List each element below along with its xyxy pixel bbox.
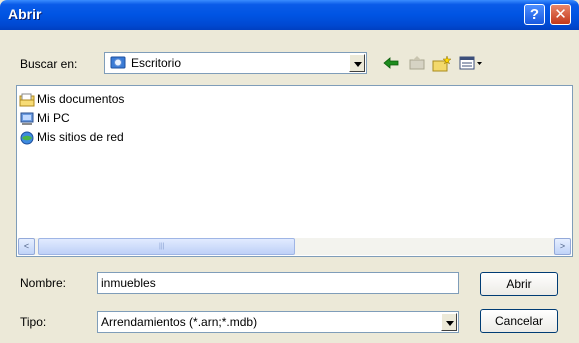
title-bar[interactable]: Abrir ? ✕ xyxy=(0,0,579,30)
back-arrow-icon[interactable] xyxy=(382,55,400,71)
open-button[interactable]: Abrir xyxy=(480,272,558,296)
filetype-combo[interactable]: Arrendamientos (*.arn;*.mdb) xyxy=(97,311,459,333)
new-folder-icon[interactable] xyxy=(432,55,452,73)
desktop-icon xyxy=(110,56,126,69)
up-folder-icon[interactable] xyxy=(408,55,426,71)
look-in-value: Escritorio xyxy=(131,56,182,70)
open-dialog: Abrir ? ✕ Buscar en: Escritorio Mis docu… xyxy=(0,0,579,343)
computer-icon xyxy=(20,112,34,125)
filetype-dropdown-arrow[interactable] xyxy=(441,313,457,331)
filename-value: inmuebles xyxy=(101,276,156,290)
list-item-label: Mis sitios de red xyxy=(37,130,124,144)
view-menu-icon[interactable] xyxy=(459,55,485,71)
list-item[interactable]: Mis sitios de red xyxy=(19,129,124,145)
filetype-value: Arrendamientos (*.arn;*.mdb) xyxy=(101,315,258,329)
scroll-right-button[interactable]: > xyxy=(554,238,571,255)
cancel-button[interactable]: Cancelar xyxy=(480,309,558,333)
list-item[interactable]: Mis documentos xyxy=(19,91,124,107)
filename-label: Nombre: xyxy=(20,276,67,290)
look-in-combo[interactable]: Escritorio xyxy=(104,52,367,74)
look-in-label: Buscar en: xyxy=(20,57,78,71)
horizontal-scrollbar[interactable]: < ||| > xyxy=(18,238,571,255)
file-list[interactable]: Mis documentos Mi PC Mis sitios de red <… xyxy=(16,85,573,257)
scroll-thumb-grip: ||| xyxy=(159,243,165,250)
list-item-label: Mi PC xyxy=(37,111,70,125)
look-in-dropdown-arrow[interactable] xyxy=(349,54,365,72)
list-item[interactable]: Mi PC xyxy=(19,110,70,126)
list-item-label: Mis documentos xyxy=(37,92,125,106)
help-button[interactable]: ? xyxy=(524,4,545,25)
folder-documents-icon xyxy=(19,93,35,107)
scroll-thumb[interactable]: ||| xyxy=(38,238,295,255)
filetype-label: Tipo: xyxy=(20,315,47,329)
filename-input[interactable]: inmuebles xyxy=(97,272,459,294)
network-places-icon xyxy=(20,131,34,145)
close-button[interactable]: ✕ xyxy=(550,4,571,25)
dialog-title: Abrir xyxy=(8,6,42,22)
scroll-left-button[interactable]: < xyxy=(18,238,35,255)
